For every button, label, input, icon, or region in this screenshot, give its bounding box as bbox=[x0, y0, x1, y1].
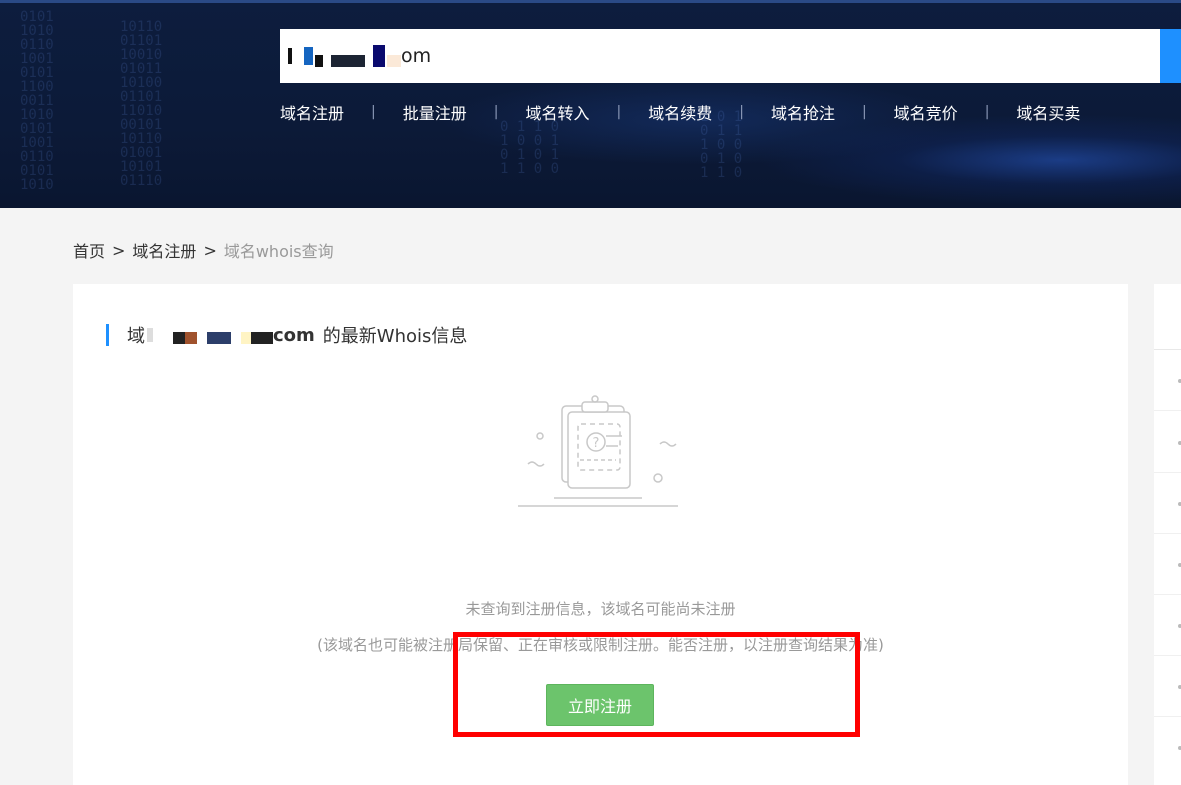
redacted-block bbox=[315, 55, 323, 67]
redacted-block bbox=[387, 55, 401, 67]
search-value: om bbox=[288, 45, 431, 67]
card-title-domain-suffix: com bbox=[273, 324, 315, 346]
register-now-button[interactable]: 立即注册 bbox=[546, 684, 654, 726]
clipboard-question-icon: ? bbox=[518, 395, 678, 507]
search-button[interactable] bbox=[1160, 29, 1181, 83]
side-list-divider bbox=[1154, 655, 1181, 656]
nav-item-domain-auction[interactable]: 域名竞价 bbox=[894, 100, 958, 124]
redacted-block bbox=[373, 45, 385, 67]
redacted-block bbox=[147, 328, 153, 342]
domain-search-input[interactable]: om bbox=[280, 29, 1160, 83]
nav-item-bulk-register[interactable]: 批量注册 bbox=[403, 100, 467, 124]
breadcrumb-separator: > bbox=[112, 240, 126, 260]
banner-top-line bbox=[0, 0, 1181, 3]
side-list-divider bbox=[1154, 594, 1181, 595]
search-value-text: om bbox=[401, 45, 432, 67]
breadcrumb: 首页 > 域名注册 > 域名whois查询 bbox=[73, 238, 334, 262]
no-record-message: 未查询到注册信息，该域名可能尚未注册 bbox=[465, 600, 736, 618]
side-panel bbox=[1154, 284, 1181, 785]
whois-result-card: 域 com 的最新Whois信息 ? 未查询到注册信息，该域名可能尚未注册 (该… bbox=[73, 284, 1128, 785]
nav-separator: | bbox=[493, 104, 499, 120]
breadcrumb-current: 域名whois查询 bbox=[223, 242, 334, 261]
redacted-block bbox=[331, 55, 365, 67]
card-title-domain: com bbox=[145, 325, 315, 346]
side-list-divider bbox=[1154, 533, 1181, 534]
card-title: 域 com 的最新Whois信息 bbox=[106, 324, 468, 347]
banner-decoration: 10110 01101 10010 01011 10100 01101 1101… bbox=[120, 19, 163, 189]
nav-item-domain-register[interactable]: 域名注册 bbox=[280, 100, 344, 124]
redacted-block bbox=[288, 48, 292, 64]
side-panel-divider bbox=[1154, 349, 1181, 350]
breadcrumb-home[interactable]: 首页 bbox=[73, 238, 105, 262]
breadcrumb-domain-register[interactable]: 域名注册 bbox=[132, 238, 196, 262]
redacted-block bbox=[304, 47, 313, 65]
side-list-divider bbox=[1154, 472, 1181, 473]
nav-separator: | bbox=[739, 104, 744, 120]
redacted-block bbox=[185, 332, 197, 344]
svg-text:?: ? bbox=[593, 436, 600, 451]
nav-separator: | bbox=[616, 104, 622, 120]
redacted-block bbox=[207, 332, 231, 344]
side-list-divider bbox=[1154, 716, 1181, 717]
card-title-suffix: 的最新Whois信息 bbox=[322, 326, 468, 347]
card-title-prefix: 域 bbox=[127, 326, 145, 347]
nav-item-domain-renewal[interactable]: 域名续费 bbox=[648, 100, 712, 124]
redacted-block bbox=[173, 332, 185, 344]
nav-item-domain-transfer[interactable]: 域名转入 bbox=[525, 100, 589, 124]
side-list-divider bbox=[1154, 410, 1181, 411]
header-banner: 0101 1010 0110 1001 0101 1100 0011 1010 … bbox=[0, 0, 1181, 208]
nav-separator: | bbox=[861, 104, 867, 120]
redacted-block bbox=[251, 332, 273, 344]
breadcrumb-separator: > bbox=[203, 240, 217, 260]
main-nav: 域名注册 | 批量注册 | 域名转入 | 域名续费 | 域名抢注 | 域名竞价 … bbox=[280, 100, 1080, 124]
nav-separator: | bbox=[984, 104, 990, 120]
nav-separator: | bbox=[371, 104, 376, 120]
banner-decoration: 0101 1010 0110 1001 0101 1100 0011 1010 … bbox=[20, 9, 54, 193]
nav-item-domain-backorder[interactable]: 域名抢注 bbox=[771, 100, 835, 124]
no-record-note: (该域名也可能被注册局保留、正在审核或限制注册。能否注册，以注册查询结果为准) bbox=[317, 636, 884, 654]
nav-item-domain-trade[interactable]: 域名买卖 bbox=[1016, 100, 1080, 124]
redacted-block bbox=[241, 332, 251, 344]
banner-decoration: 0 1 1 0 1 0 0 1 0 1 0 1 1 1 0 0 bbox=[500, 119, 560, 177]
